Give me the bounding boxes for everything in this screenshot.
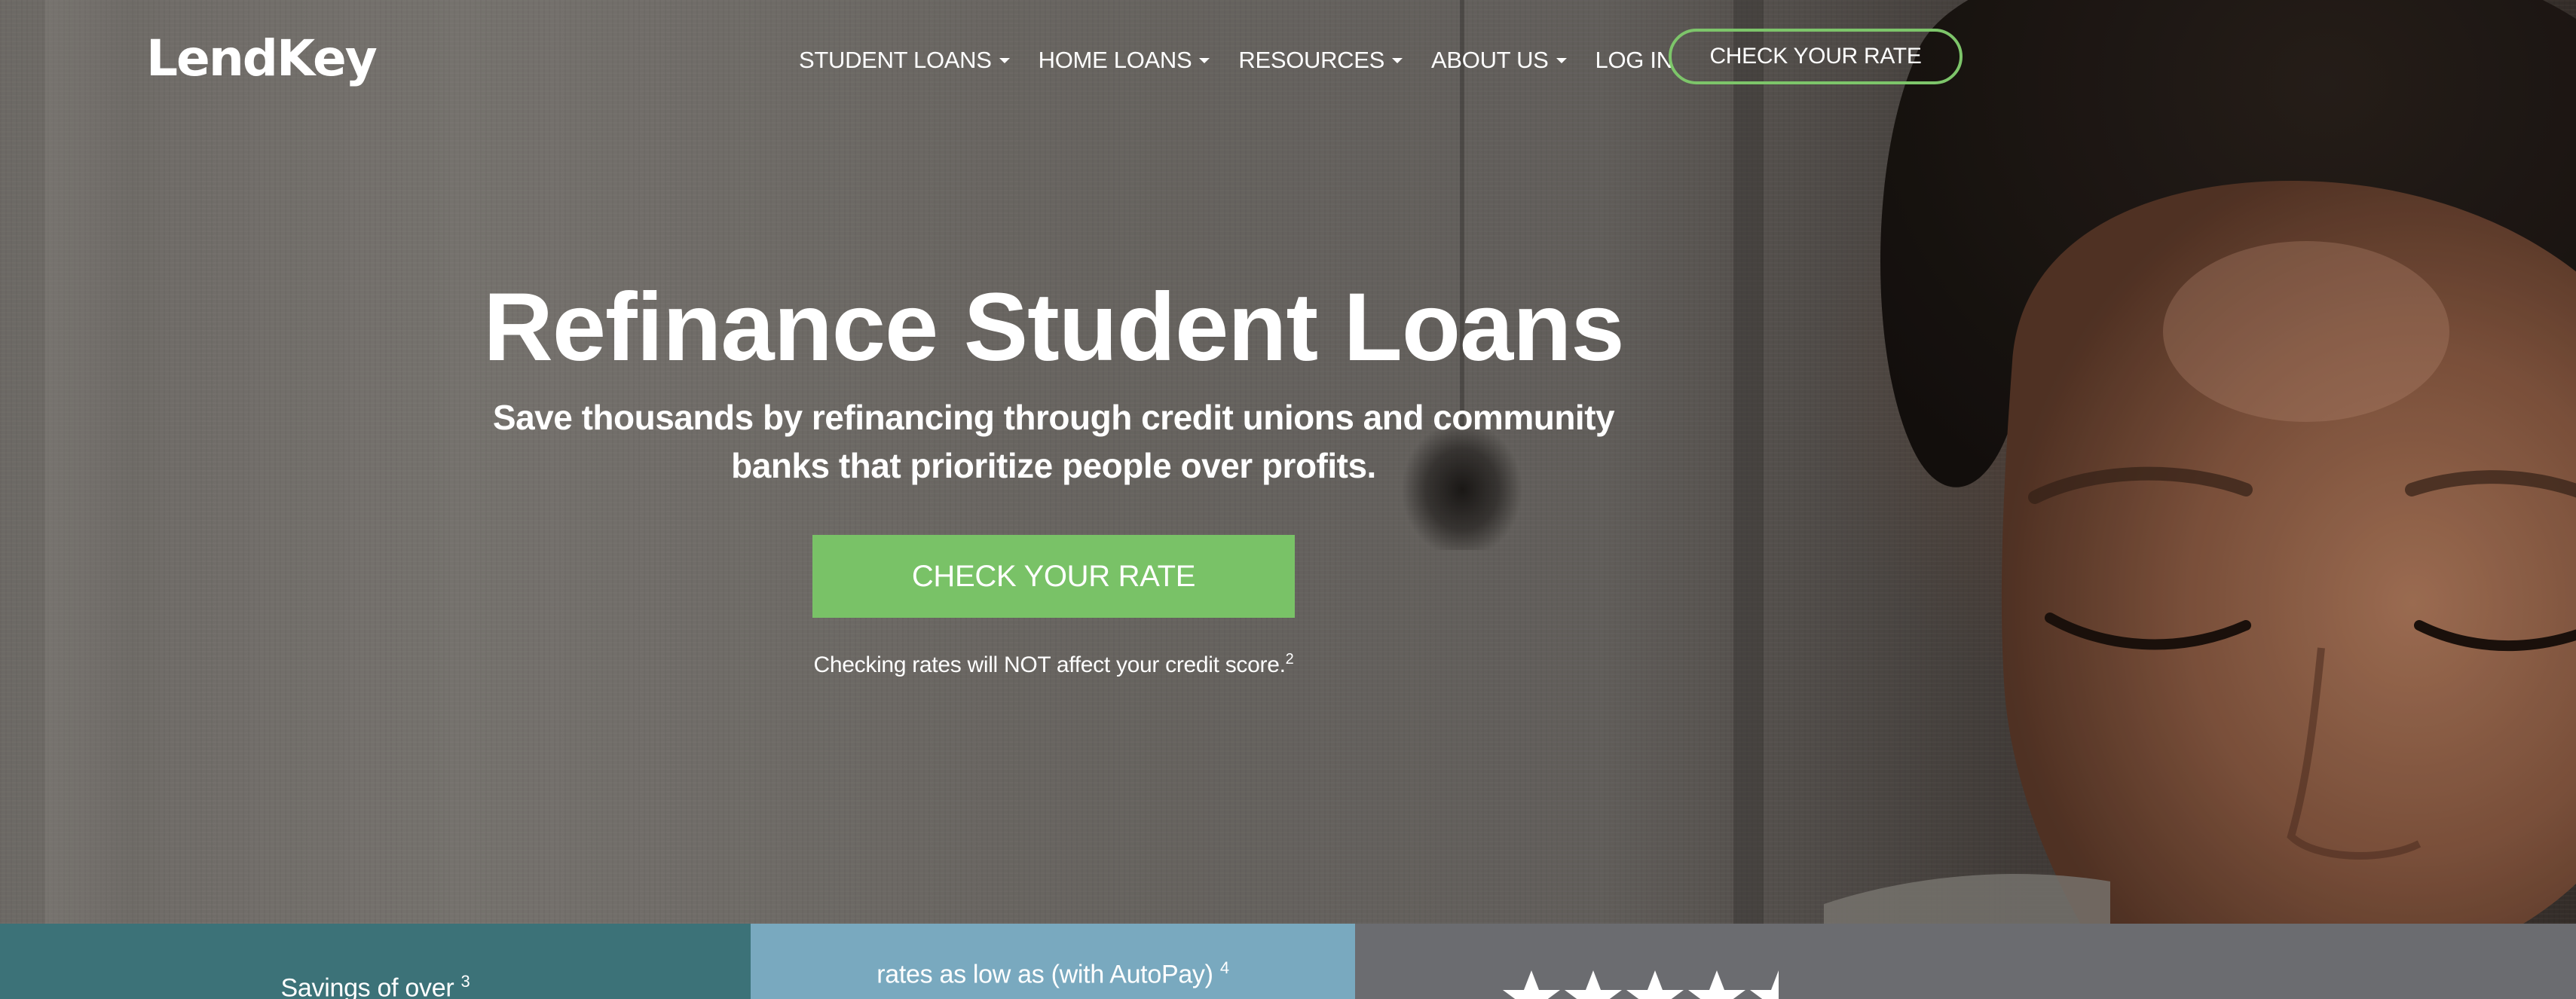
footnote-marker: 4 bbox=[1219, 958, 1229, 977]
stat-savings: Savings of over 3 bbox=[0, 924, 751, 999]
stat-rates-label: rates as low as (with AutoPay) 4 bbox=[751, 958, 1355, 989]
nav-item-label: STUDENT LOANS bbox=[799, 47, 992, 73]
nav-item-label: ABOUT US bbox=[1431, 47, 1549, 73]
caret-down-icon bbox=[999, 57, 1010, 63]
caret-down-icon bbox=[1392, 57, 1403, 63]
star-icon bbox=[1503, 970, 1560, 999]
hero-subtitle: Save thousands by refinancing through cr… bbox=[492, 398, 1615, 485]
top-navigation: LendKey STUDENT LOANS HOME LOANS RESOURC… bbox=[0, 0, 2576, 121]
star-icon bbox=[1626, 970, 1684, 999]
hero-check-your-rate-button[interactable]: CHECK YOUR RATE bbox=[812, 535, 1295, 618]
stats-bar: Savings of over 3 rates as low as (with … bbox=[0, 924, 2576, 999]
main-menu: STUDENT LOANS HOME LOANS RESOURCES ABOUT… bbox=[799, 39, 1702, 81]
stat-savings-text: Savings of over bbox=[280, 973, 454, 999]
nav-item-label: LOG IN bbox=[1595, 47, 1674, 73]
half-star-icon bbox=[1750, 970, 1779, 999]
stat-reviews bbox=[1355, 924, 2576, 999]
stat-rates: rates as low as (with AutoPay) 4 bbox=[751, 924, 1355, 999]
stat-rates-text: rates as low as (with AutoPay) bbox=[877, 960, 1213, 989]
nav-item-home-loans[interactable]: HOME LOANS bbox=[1039, 47, 1210, 74]
nav-item-label: RESOURCES bbox=[1238, 47, 1385, 73]
hero-content: Refinance Student Loans Save thousands b… bbox=[422, 271, 1685, 678]
hero-title: Refinance Student Loans bbox=[483, 273, 1624, 381]
credit-score-note: Checking rates will NOT affect your cred… bbox=[422, 651, 1685, 678]
rating-stars bbox=[1503, 969, 1782, 999]
nav-item-log-in[interactable]: LOG IN bbox=[1595, 47, 1674, 74]
caret-down-icon bbox=[1556, 57, 1567, 63]
lendkey-logo[interactable]: LendKey bbox=[146, 29, 378, 89]
footnote-marker: 3 bbox=[460, 972, 470, 991]
credit-score-note-text: Checking rates will NOT affect your cred… bbox=[813, 652, 1286, 677]
nav-item-resources[interactable]: RESOURCES bbox=[1238, 47, 1403, 74]
nav-item-label: HOME LOANS bbox=[1038, 47, 1192, 73]
nav-check-your-rate-button[interactable]: CHECK YOUR RATE bbox=[1669, 29, 1963, 84]
nav-item-student-loans[interactable]: STUDENT LOANS bbox=[799, 47, 1010, 74]
stat-savings-label: Savings of over 3 bbox=[0, 972, 751, 999]
star-icon bbox=[1565, 970, 1622, 999]
star-icon bbox=[1688, 970, 1745, 999]
caret-down-icon bbox=[1199, 57, 1210, 63]
footnote-marker: 2 bbox=[1285, 651, 1294, 668]
nav-item-about-us[interactable]: ABOUT US bbox=[1431, 47, 1567, 74]
